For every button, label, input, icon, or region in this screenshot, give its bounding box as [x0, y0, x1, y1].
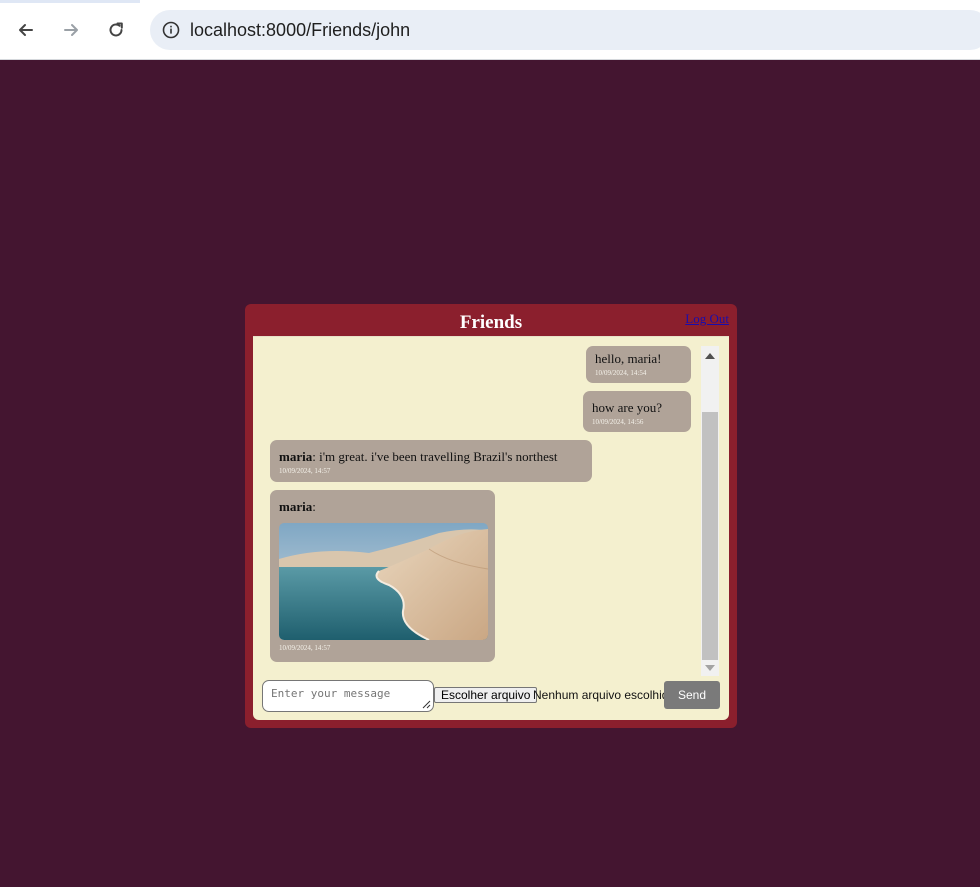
message-bubble: maria: i'm great. i've been travelling B…: [270, 440, 592, 482]
message-bubble: how are you? 10/09/2024, 14:56: [583, 391, 691, 432]
back-button[interactable]: [10, 14, 42, 46]
send-button[interactable]: Send: [664, 681, 720, 709]
message-text: how are you?: [592, 400, 663, 415]
message-text: hello, maria!: [595, 351, 662, 366]
message-timestamp: 10/09/2024, 14:57: [279, 467, 331, 475]
logout-link[interactable]: Log Out: [685, 311, 729, 327]
message-timestamp: 10/09/2024, 14:56: [592, 418, 644, 426]
scrollbar-thumb[interactable]: [702, 412, 718, 660]
active-tab-indicator: [0, 0, 140, 3]
message-body: : i'm great. i've been travelling Brazil…: [312, 449, 558, 464]
scroll-up-icon[interactable]: [701, 348, 719, 364]
choose-file-button[interactable]: Escolher arquivo: [434, 687, 538, 703]
desert-lagoon-photo[interactable]: [279, 523, 488, 640]
message-input[interactable]: [262, 680, 434, 712]
message-bubble: maria: 10/09/2024, 14:57: [270, 490, 495, 662]
browser-toolbar: localhost:8000/Friends/john: [0, 0, 980, 60]
forward-arrow-icon: [64, 24, 78, 36]
message-body: :: [312, 499, 316, 514]
file-status-text: Nenhum arquivo escolhido: [533, 688, 676, 702]
resize-grip-icon[interactable]: [421, 699, 431, 709]
message-text: maria: i'm great. i've been travelling B…: [279, 449, 583, 465]
message-bubble: hello, maria! 10/09/2024, 14:54: [586, 346, 691, 383]
message-sender: maria: [279, 499, 313, 514]
message-timestamp: 10/09/2024, 14:57: [279, 644, 331, 652]
back-arrow-icon: [19, 24, 33, 36]
message-text: maria:: [279, 499, 486, 515]
message-scrollbar[interactable]: [701, 346, 719, 676]
page-title: Friends: [459, 312, 523, 333]
scroll-down-icon[interactable]: [701, 660, 719, 676]
message-list[interactable]: hello, maria! 10/09/2024, 14:54 how are …: [253, 337, 729, 677]
reload-icon: [109, 22, 123, 37]
site-info-icon[interactable]: [162, 21, 180, 39]
address-bar[interactable]: localhost:8000/Friends/john: [150, 10, 980, 50]
chat-panel: hello, maria! 10/09/2024, 14:54 how are …: [253, 337, 729, 720]
message-timestamp: 10/09/2024, 14:54: [595, 369, 647, 377]
chat-window: Friends Log Out hello, maria! 10/09/2024…: [245, 304, 737, 728]
message-sender: maria: [279, 449, 313, 464]
reload-button[interactable]: [100, 14, 132, 46]
url-text: localhost:8000/Friends/john: [190, 19, 411, 40]
forward-button[interactable]: [55, 14, 87, 46]
